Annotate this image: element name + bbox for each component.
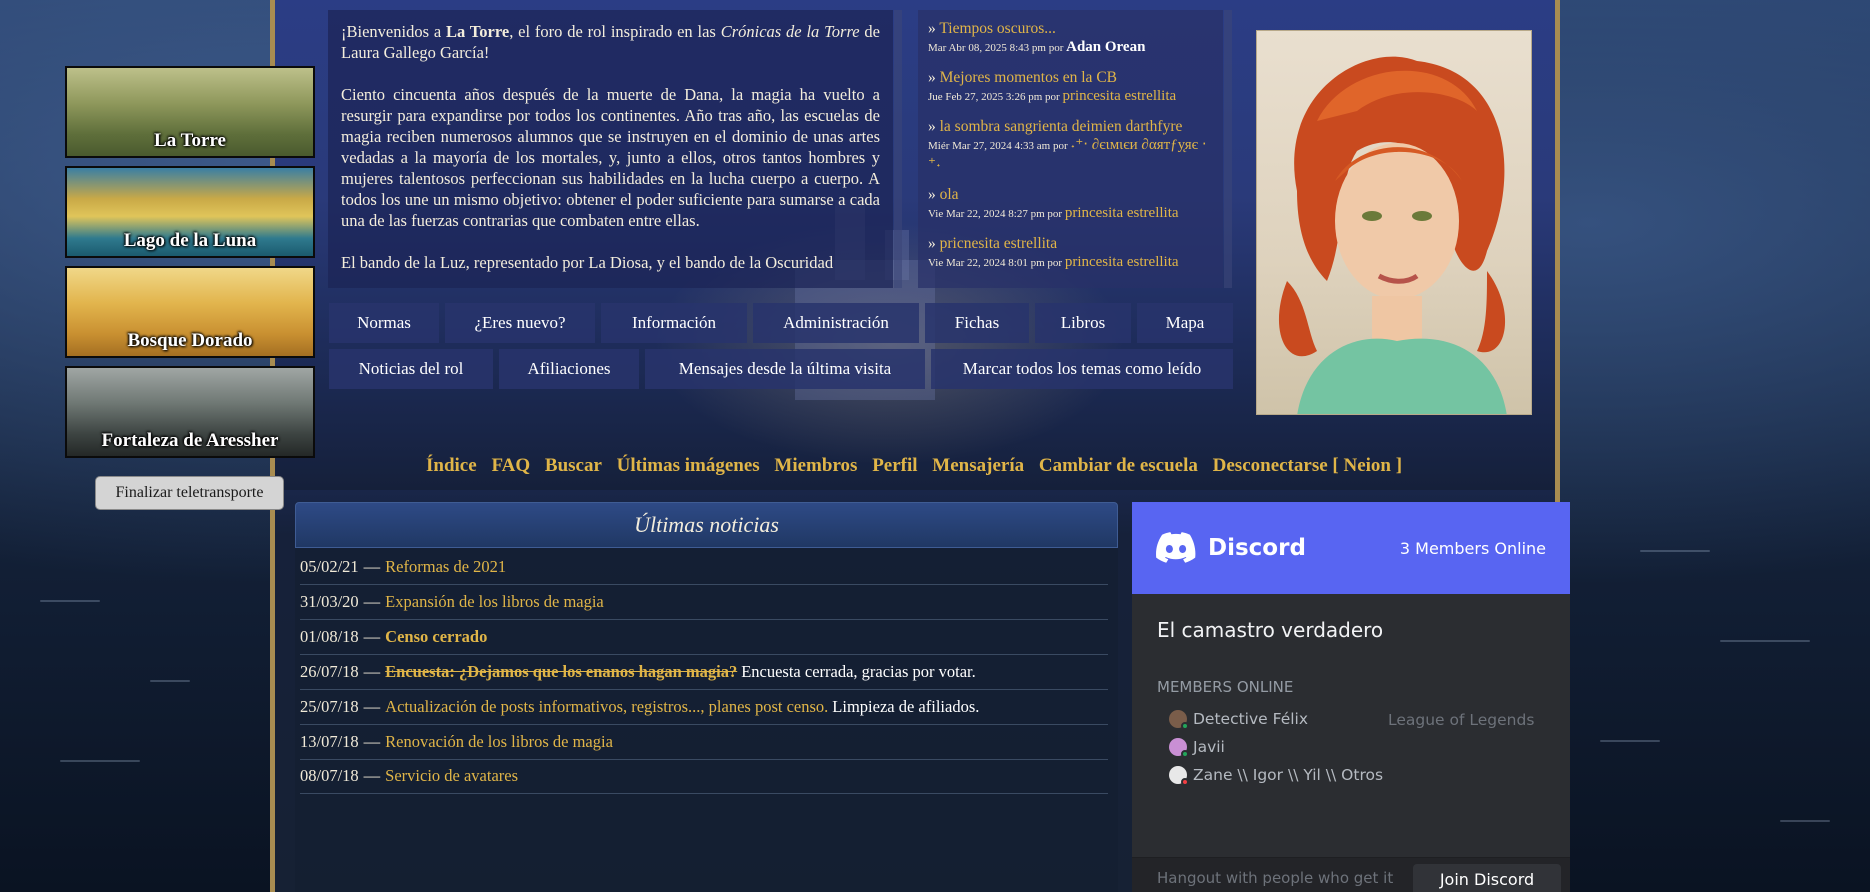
nav-afiliaciones[interactable]: Afiliaciones <box>499 349 639 389</box>
teleport-label: La Torre <box>154 130 226 151</box>
nav-libros[interactable]: Libros <box>1035 303 1131 343</box>
avatar <box>1169 766 1189 786</box>
teleport-bosque-dorado[interactable]: Bosque Dorado <box>65 266 315 358</box>
nav-normas[interactable]: Normas <box>329 303 439 343</box>
news-link[interactable]: Servicio de avatares <box>385 766 518 786</box>
news-link[interactable]: Expansión de los libros de magia <box>385 592 604 612</box>
link-cambiar-escuela[interactable]: Cambiar de escuela <box>1039 455 1198 476</box>
news-link[interactable]: Actualización de posts informativos, reg… <box>385 697 828 717</box>
nav-informacion[interactable]: Información <box>601 303 747 343</box>
news-item: 05/02/21— Reformas de 2021 <box>300 550 1108 585</box>
discord-member-game: League of Legends <box>1388 711 1535 729</box>
discord-tagline: Hangout with people who get it <box>1157 869 1394 887</box>
character-portrait <box>1256 30 1532 415</box>
link-faq[interactable]: FAQ <box>491 455 530 476</box>
nav-mapa[interactable]: Mapa <box>1137 303 1233 343</box>
link-desconectarse[interactable]: Desconectarse [ Neion ] <box>1213 455 1402 476</box>
discord-member[interactable]: Zane \\ Igor \\ Yil \\ Otros <box>1169 766 1383 786</box>
teleport-label: Bosque Dorado <box>127 330 253 351</box>
discord-brand[interactable]: Discord <box>1156 532 1306 564</box>
recent-topic[interactable]: » pricnesita estrellita Vie Mar 22, 2024… <box>928 235 1213 272</box>
nav-fichas[interactable]: Fichas <box>925 303 1029 343</box>
news-item: 13/07/18— Renovación de los libros de mag… <box>300 725 1108 760</box>
discord-members-heading: MEMBERS ONLINE <box>1157 678 1294 696</box>
news-link[interactable]: Censo cerrado <box>385 627 487 647</box>
link-mensajeria[interactable]: Mensajería <box>932 455 1024 476</box>
discord-member[interactable]: Javii <box>1169 738 1225 758</box>
recent-topic[interactable]: » Tiempos oscuros... Mar Abr 08, 2025 8:… <box>928 20 1213 57</box>
recent-topic[interactable]: » ola Vie Mar 22, 2024 8:27 pm por princ… <box>928 186 1213 223</box>
discord-server-name: El camastro verdadero <box>1157 618 1384 642</box>
link-perfil[interactable]: Perfil <box>872 455 917 476</box>
teleport-label: Fortaleza de Aressher <box>101 430 279 451</box>
discord-logo-icon <box>1156 532 1196 563</box>
nav-noticias-del-rol[interactable]: Noticias del rol <box>329 349 493 389</box>
finalize-teleport-button[interactable]: Finalizar teletransporte <box>95 476 284 510</box>
news-item: 25/07/18— Actualización de posts informat… <box>300 690 1108 725</box>
nav-administracion[interactable]: Administración <box>753 303 919 343</box>
teleport-label: Lago de la Luna <box>123 230 257 251</box>
news-link[interactable]: Renovación de los libros de magia <box>385 732 613 752</box>
link-miembros[interactable]: Miembros <box>774 455 857 476</box>
teleport-la-torre[interactable]: La Torre <box>65 66 315 158</box>
recent-topics: » Tiempos oscuros... Mar Abr 08, 2025 8:… <box>918 10 1223 288</box>
link-buscar[interactable]: Buscar <box>545 455 602 476</box>
recent-topic[interactable]: » la sombra sangrienta deimien darthfyre… <box>928 118 1213 174</box>
link-indice[interactable]: Índice <box>426 455 477 476</box>
discord-member[interactable]: Detective Félix <box>1169 710 1308 730</box>
nav-mensajes-ultima-visita[interactable]: Mensajes desde la última visita <box>645 349 925 389</box>
welcome-scrollbar[interactable] <box>894 10 902 288</box>
news-link[interactable]: Reformas de 2021 <box>385 557 506 577</box>
forum-links-bar: Índice FAQ Buscar Últimas imágenes Miemb… <box>426 455 1412 477</box>
teleport-lago-de-la-luna[interactable]: Lago de la Luna <box>65 166 315 258</box>
avatar <box>1169 738 1189 758</box>
recent-topic[interactable]: » Mejores momentos en la CB Jue Feb 27, … <box>928 69 1213 106</box>
nav-eres-nuevo[interactable]: ¿Eres nuevo? <box>445 303 595 343</box>
discord-online-count: 3 Members Online <box>1399 538 1546 558</box>
news-item: 08/07/18— Servicio de avatares <box>300 759 1108 794</box>
welcome-text: ¡Bienvenidos a La Torre, el foro de rol … <box>328 10 893 288</box>
news-item: 01/08/18— Censo cerrado <box>300 620 1108 655</box>
recent-scrollbar[interactable] <box>1224 10 1232 288</box>
news-item: 31/03/20— Expansión de los libros de magi… <box>300 585 1108 620</box>
discord-widget: Discord 3 Members Online El camastro ver… <box>1132 502 1570 892</box>
join-discord-button[interactable]: Join Discord <box>1413 864 1561 892</box>
nav-marcar-leidos[interactable]: Marcar todos los temas como leído <box>931 349 1233 389</box>
link-ultimas-imagenes[interactable]: Últimas imágenes <box>617 455 760 476</box>
news-link[interactable]: Encuesta: ¿Dejamos que los enanos hagan … <box>385 662 737 682</box>
discord-header: Discord 3 Members Online <box>1132 502 1570 594</box>
news-heading: Últimas noticias <box>295 502 1118 548</box>
avatar <box>1169 710 1189 730</box>
teleport-fortaleza-de-aressher[interactable]: Fortaleza de Aressher <box>65 366 315 458</box>
news-item: 26/07/18— Encuesta: ¿Dejamos que los enan… <box>300 655 1108 690</box>
